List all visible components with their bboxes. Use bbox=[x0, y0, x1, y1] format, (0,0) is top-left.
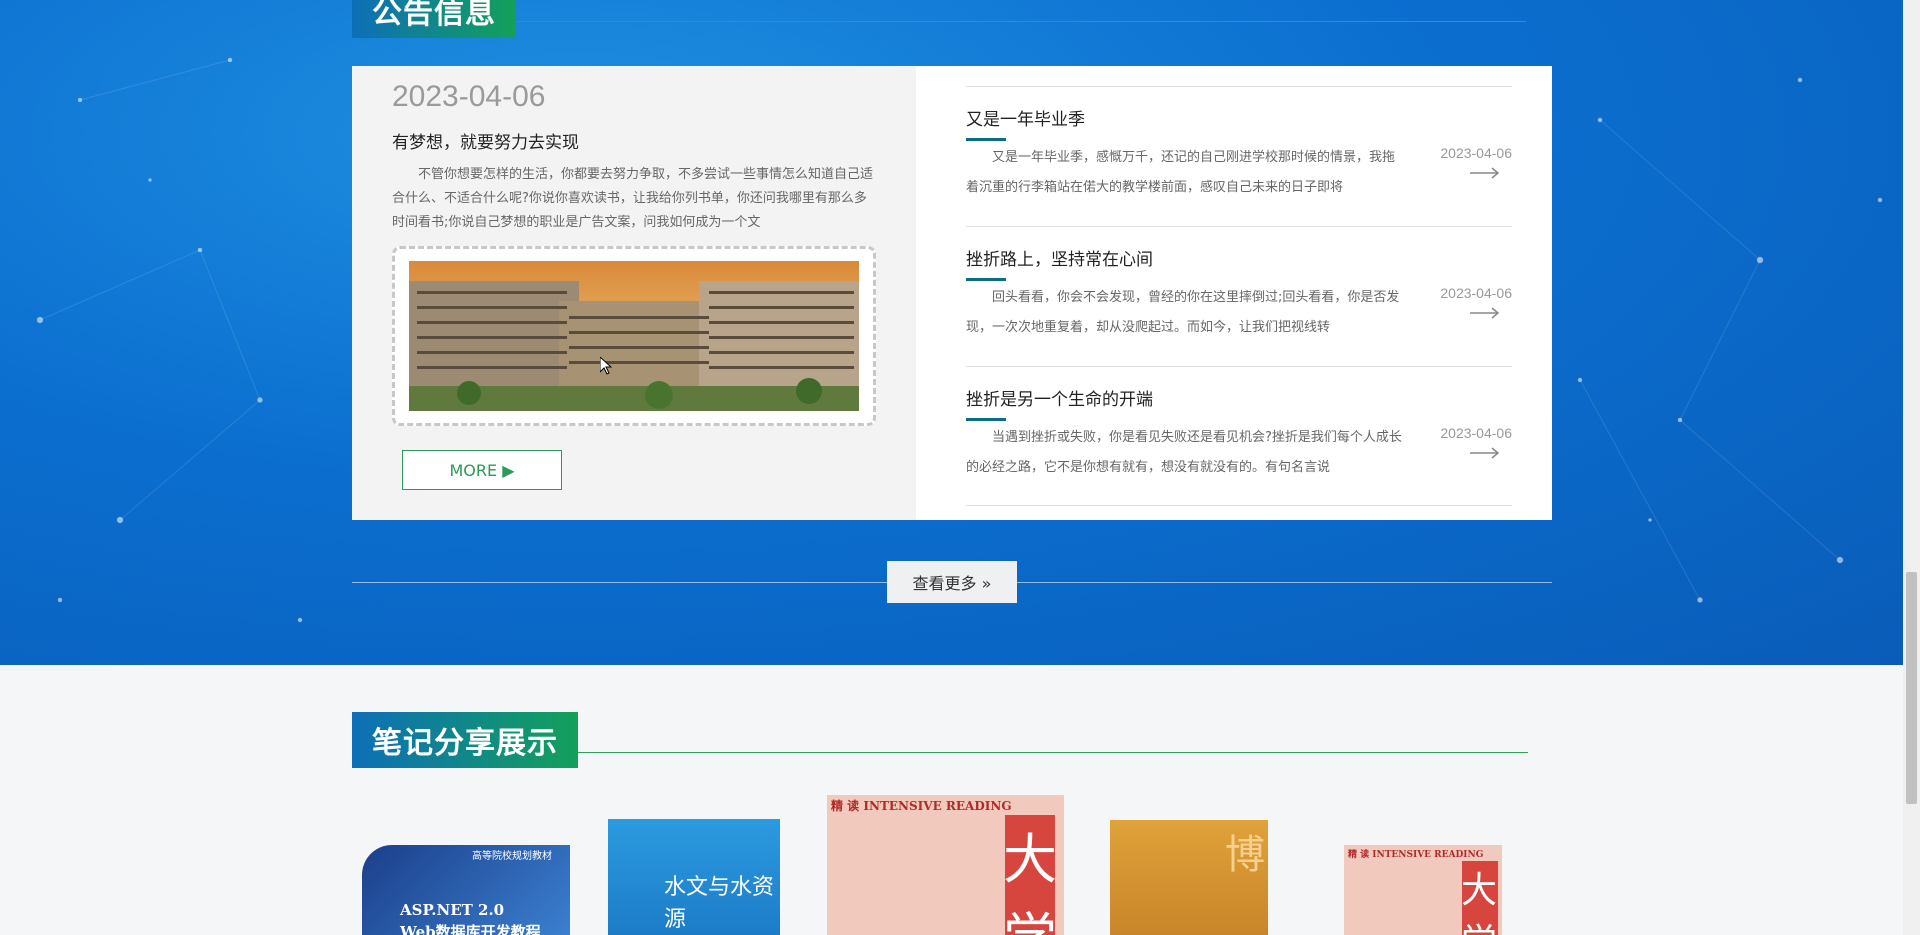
featured-title[interactable]: 有梦想，就要努力去实现 bbox=[392, 128, 876, 153]
notice-section-title: 公告信息 bbox=[352, 0, 516, 38]
view-more-button[interactable]: 查看更多 » bbox=[887, 561, 1017, 603]
book-cover[interactable]: 高等院校规划教材 ASP.NET 2.0 Web数据库开发教程 bbox=[362, 845, 570, 935]
book-text: 博 bbox=[1225, 832, 1265, 878]
notes-section-title: 笔记分享展示 bbox=[352, 712, 578, 768]
page-scrollbar[interactable] bbox=[1903, 0, 1920, 935]
book-text: 精 读 INTENSIVE READING bbox=[831, 799, 1012, 813]
title-underline bbox=[966, 418, 1006, 421]
notes-carousel: 高等院校规划教材 ASP.NET 2.0 Web数据库开发教程 水文与水资源 精… bbox=[352, 790, 1552, 935]
list-item[interactable]: 挫折是另一个生命的开端 当遇到挫折或失败，你是看见失败还是看见机会?挫折是我们每… bbox=[966, 366, 1512, 506]
news-title[interactable]: 又是一年毕业季 bbox=[966, 105, 1512, 130]
featured-notice: 2023-04-06 有梦想，就要努力去实现 不管你想要怎样的生活，你都要去努力… bbox=[352, 66, 916, 520]
campus-building-image[interactable] bbox=[409, 261, 859, 411]
book-cover[interactable]: 水文与水资源 bbox=[608, 819, 780, 935]
arrow-right-icon[interactable] bbox=[1470, 307, 1500, 319]
news-excerpt: 又是一年毕业季，感慨万千，还记的自己刚进学校那时候的情景，我拖着沉重的行李箱站在… bbox=[966, 150, 1396, 195]
title-underline bbox=[966, 138, 1006, 141]
book-text: ASP.NET 2.0 bbox=[400, 901, 505, 919]
news-title[interactable]: 挫折路上，坚持常在心间 bbox=[966, 245, 1512, 270]
notice-list: 又是一年毕业季 又是一年毕业季，感慨万千，还记的自己刚进学校那时候的情景，我拖着… bbox=[916, 66, 1552, 520]
book-text: 大学 bbox=[1003, 828, 1057, 935]
title-underline bbox=[966, 278, 1006, 281]
scrollbar-thumb[interactable] bbox=[1906, 572, 1917, 804]
header-divider bbox=[516, 20, 1526, 22]
featured-excerpt: 不管你想要怎样的生活，你都要去努力争取，不多尝试一些事情怎么知道自己适合什么、不… bbox=[392, 167, 874, 230]
news-date: 2023-04-06 bbox=[1440, 425, 1512, 441]
list-item[interactable]: 挫折路上，坚持常在心间 回头看看，你会不会发现，曾经的你在这里摔倒过;回头看看，… bbox=[966, 226, 1512, 366]
news-excerpt: 回头看看，你会不会发现，曾经的你在这里摔倒过;回头看看，你是否发现，一次次地重复… bbox=[966, 290, 1400, 335]
mouse-cursor-icon bbox=[600, 357, 612, 375]
book-cover[interactable]: 精 读 INTENSIVE READING 大学 bbox=[827, 795, 1064, 935]
notice-panel: 2023-04-06 有梦想，就要努力去实现 不管你想要怎样的生活，你都要去努力… bbox=[352, 66, 1552, 520]
header-divider bbox=[578, 751, 1528, 753]
news-excerpt: 当遇到挫折或失败，你是看见失败还是看见机会?挫折是我们每个人成长的必经之路，它不… bbox=[966, 430, 1402, 475]
arrow-right-icon[interactable] bbox=[1470, 167, 1500, 179]
news-date: 2023-04-06 bbox=[1440, 145, 1512, 161]
book-text: 高等院校规划教材 bbox=[472, 851, 552, 862]
featured-date: 2023-04-06 bbox=[392, 80, 546, 113]
book-cover[interactable]: 精 读 INTENSIVE READING 大学 bbox=[1344, 845, 1502, 935]
notice-section-header: 公告信息 bbox=[352, 0, 1526, 38]
book-text: 大学 bbox=[1461, 870, 1498, 935]
book-text: 水文与水资源 bbox=[664, 875, 775, 932]
book-text: Web数据库开发教程 bbox=[400, 923, 541, 935]
featured-image-frame bbox=[392, 246, 876, 426]
book-cover[interactable]: 博 bbox=[1110, 820, 1268, 935]
notes-section-header: 笔记分享展示 bbox=[352, 712, 1528, 768]
featured-more-button[interactable]: MORE ▶ bbox=[402, 450, 562, 490]
list-item[interactable]: 又是一年毕业季 又是一年毕业季，感慨万千，还记的自己刚进学校那时候的情景，我拖着… bbox=[966, 86, 1512, 226]
arrow-right-icon[interactable] bbox=[1470, 447, 1500, 459]
news-title[interactable]: 挫折是另一个生命的开端 bbox=[966, 385, 1512, 410]
news-date: 2023-04-06 bbox=[1440, 285, 1512, 301]
book-text: 精 读 INTENSIVE READING bbox=[1348, 850, 1484, 860]
